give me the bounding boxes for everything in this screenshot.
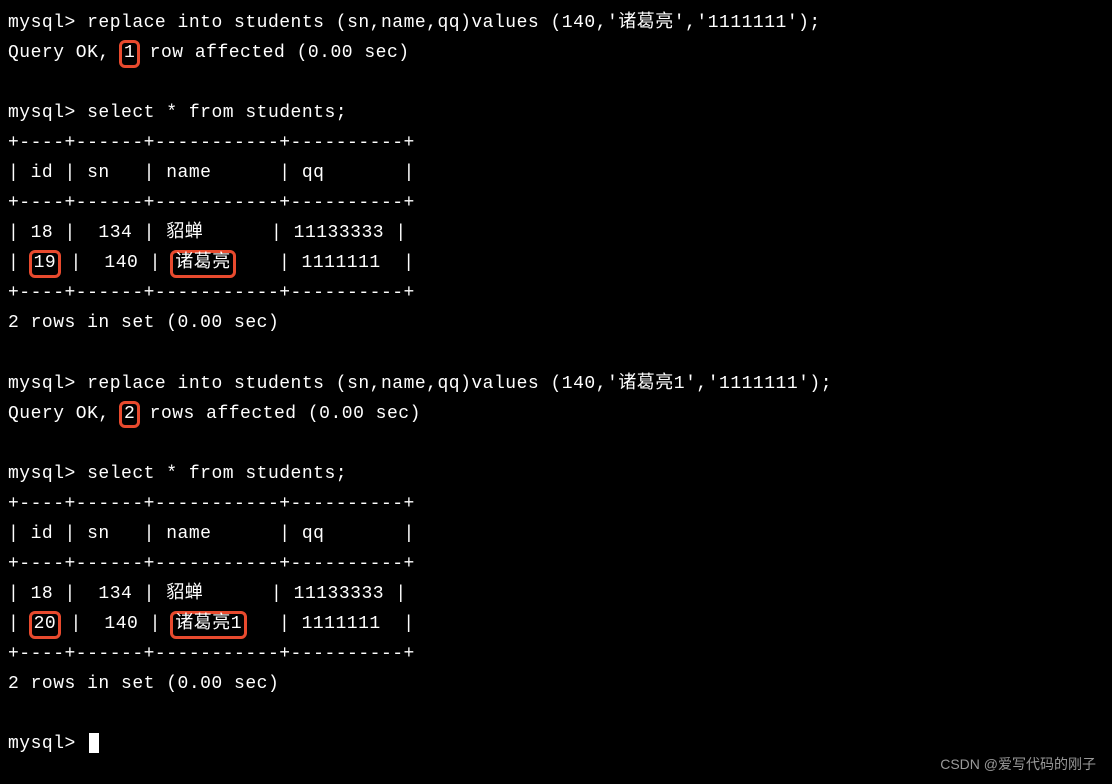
mysql-terminal[interactable]: mysql> replace into students (sn,name,qq… [8,8,1104,759]
result-summary: 2 rows in set (0.00 sec) [8,308,1104,338]
sql-replace-2: replace into students (sn,name,qq)values… [87,374,832,394]
command-line-2: mysql> select * from students; [8,98,1104,128]
id-inserted: 19 [29,250,62,278]
prompt: mysql> [8,103,76,123]
cell-prefix: | [8,253,31,273]
table-separator: +----+------+-----------+----------+ [8,639,1104,669]
table-row: | 19 | 140 | 诸葛亮 | 1111111 | [8,248,1104,278]
result-post: row affected (0.00 sec) [138,43,409,63]
table-row: | 18 | 134 | 貂蝉 | 11133333 | [8,579,1104,609]
prompt: mysql> [8,734,76,754]
result-pre: Query OK, [8,43,121,63]
result-post: rows affected (0.00 sec) [138,404,421,424]
command-line-4: mysql> select * from students; [8,459,1104,489]
cell-mid: | 140 | [59,614,172,634]
cell-prefix: | [8,614,31,634]
blank-line [8,68,1104,98]
cell-mid: | 140 | [59,253,172,273]
blank-line [8,429,1104,459]
sql-select-2: select * from students; [87,464,347,484]
cell-suffix: | 1111111 | [245,614,415,634]
table-header: | id | sn | name | qq | [8,158,1104,188]
prompt: mysql> [8,464,76,484]
table-separator: +----+------+-----------+----------+ [8,128,1104,158]
result-line-1: Query OK, 1 row affected (0.00 sec) [8,38,1104,68]
table-separator: +----+------+-----------+----------+ [8,188,1104,218]
blank-line [8,699,1104,729]
prompt: mysql> [8,374,76,394]
table-row: | 18 | 134 | 貂蝉 | 11133333 | [8,218,1104,248]
result-pre: Query OK, [8,404,121,424]
id-replaced: 20 [29,611,62,639]
result-line-2: Query OK, 2 rows affected (0.00 sec) [8,399,1104,429]
command-line-1: mysql> replace into students (sn,name,qq… [8,8,1104,38]
blank-line [8,339,1104,369]
watermark: CSDN @爱写代码的刚子 [940,753,1096,776]
cell-suffix: | 1111111 | [234,253,415,273]
table-separator: +----+------+-----------+----------+ [8,278,1104,308]
cursor [89,733,99,753]
command-line-3: mysql> replace into students (sn,name,qq… [8,369,1104,399]
table-row: | 20 | 140 | 诸葛亮1 | 1111111 | [8,609,1104,639]
sql-select-1: select * from students; [87,103,347,123]
prompt: mysql> [8,13,76,33]
table-separator: +----+------+-----------+----------+ [8,549,1104,579]
name-replaced: 诸葛亮1 [170,611,247,639]
table-header: | id | sn | name | qq | [8,519,1104,549]
table-separator: +----+------+-----------+----------+ [8,489,1104,519]
result-summary: 2 rows in set (0.00 sec) [8,669,1104,699]
name-inserted: 诸葛亮 [170,250,236,278]
sql-replace-1: replace into students (sn,name,qq)values… [87,13,821,33]
